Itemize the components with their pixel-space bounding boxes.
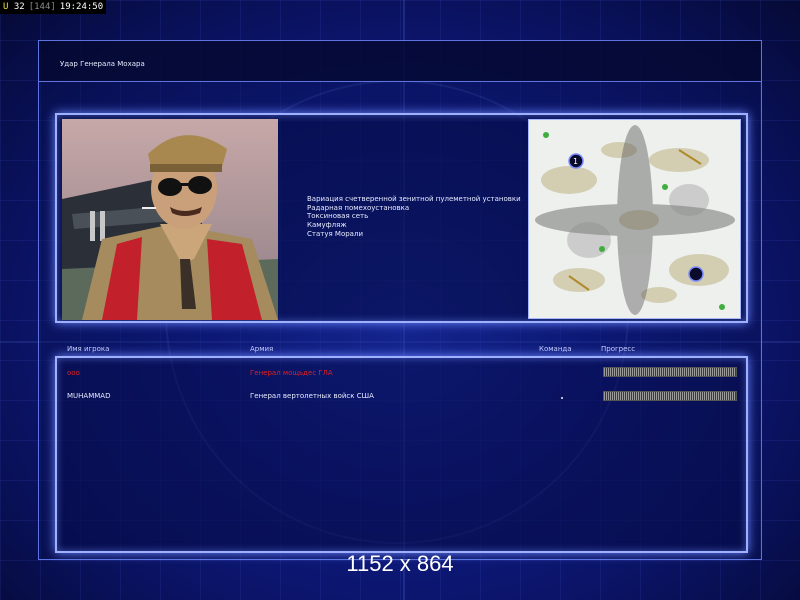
column-header-progress: Прогресс [601,345,636,353]
briefing-line: Токсиновая сеть [307,212,369,221]
player-team-marker [561,397,563,399]
column-header-player: Имя игрока [67,345,110,353]
resolution-caption: 1152 x 864 [346,551,454,576]
svg-text:1: 1 [573,157,578,166]
player-name: MUHAMMAD [67,392,111,400]
player-progress-bar [603,391,737,401]
minimap: 1 [528,119,741,319]
column-header-team: Команда [539,345,572,353]
player-name: ooo [67,369,80,377]
hud-bar: U 32 [144] 19:24:50 [0,0,107,14]
hud-bracket-value: [144] [28,2,56,12]
title-bar [38,40,762,82]
general-portrait [62,119,278,320]
player-army: Генерал мощьдес ГЛА [250,369,333,377]
player-army: Генерал вертолетных войск США [250,392,374,400]
briefing-line: Статуя Морали [307,229,363,238]
player-progress-bar [603,367,737,377]
briefing-line: Радарная помехоустановка [307,203,410,212]
column-header-army: Армия [250,345,274,353]
briefing-line: Камуфляж [307,221,347,230]
briefing-list: Вариация счетверенной зенитной пулеметно… [307,195,521,239]
player-table-panel [55,356,748,553]
mission-title: Удар Генерала Мохара [60,60,145,68]
briefing-line: Вариация счетверенной зенитной пулеметно… [307,195,521,203]
hud-unit-indicator: U 32 [3,2,25,12]
hud-clock: 19:24:50 [59,2,104,12]
